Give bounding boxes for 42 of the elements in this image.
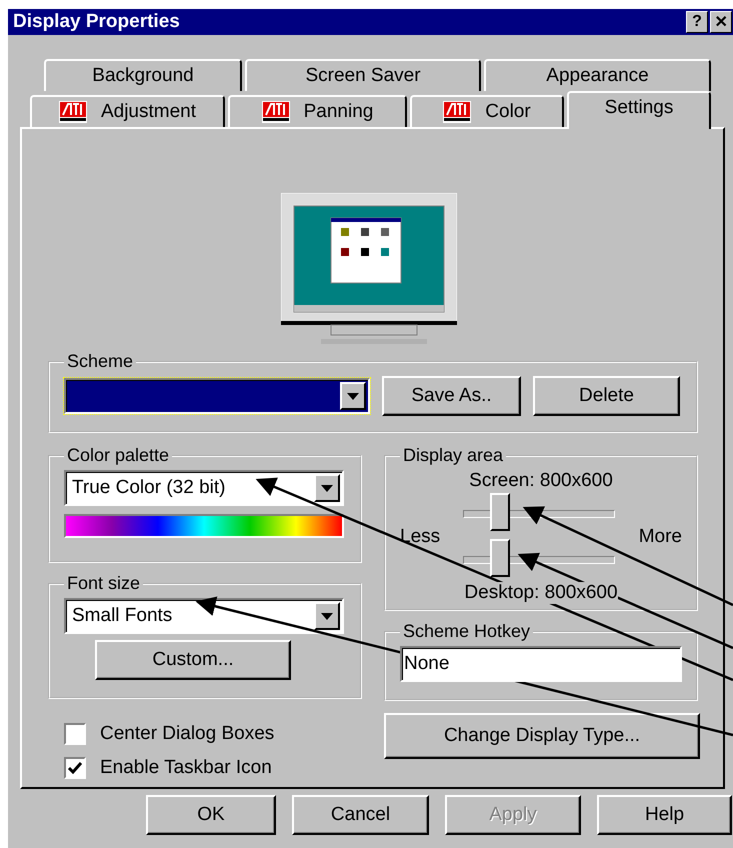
checkbox-label: Enable Taskbar Icon <box>100 757 272 779</box>
help-button[interactable]: ? <box>686 11 708 33</box>
custom-button[interactable]: Custom... <box>95 640 291 680</box>
change-display-type-button[interactable]: Change Display Type... <box>384 713 700 759</box>
hotkey-field[interactable]: None <box>400 646 682 682</box>
dropdown-field[interactable] <box>64 378 370 414</box>
group-label: Display area <box>402 445 504 466</box>
dropdown-arrow-icon <box>321 484 333 492</box>
desktop-resolution-label: Desktop: 800x600 <box>464 582 618 604</box>
delete-button[interactable]: Delete <box>533 376 680 416</box>
tab[interactable]: Panning <box>228 95 407 127</box>
tab[interactable]: Adjustment <box>30 95 225 127</box>
dialog-button[interactable]: OK <box>146 795 276 835</box>
group-label: Font size <box>66 573 142 594</box>
ati-logo-icon <box>262 101 290 123</box>
tab[interactable]: Background <box>44 59 242 91</box>
ati-logo-icon <box>443 101 472 123</box>
group-label: Color palette <box>66 445 170 466</box>
slider-thumb[interactable] <box>490 493 510 531</box>
group-label: Scheme Hotkey <box>402 621 532 642</box>
dialog-button[interactable]: Help <box>597 795 732 835</box>
screen-resolution-label: Screen: 800x600 <box>469 470 613 492</box>
dropdown-field[interactable]: Small Fonts <box>64 598 344 634</box>
tab[interactable]: Appearance <box>484 59 711 91</box>
ati-logo-icon <box>58 101 87 123</box>
window-title: Display Properties <box>13 11 180 33</box>
save-as-button[interactable]: Save As.. <box>382 376 521 416</box>
more-label: More <box>638 526 682 548</box>
dropdown-arrow-icon <box>321 612 333 620</box>
checkbox[interactable] <box>64 757 86 779</box>
slider-thumb[interactable] <box>490 539 510 577</box>
dropdown-arrow-icon <box>347 392 359 400</box>
tab[interactable]: Settings <box>567 91 711 129</box>
dropdown-field[interactable]: True Color (32 bit) <box>64 470 344 506</box>
checkbox[interactable] <box>64 723 86 745</box>
checkmark-icon <box>68 762 82 774</box>
tab[interactable]: Screen Saver <box>245 59 481 91</box>
tab[interactable]: Color <box>410 95 564 127</box>
close-button[interactable]: ✕ <box>710 11 732 33</box>
dialog-button[interactable]: Cancel <box>292 795 429 835</box>
checkbox-label: Center Dialog Boxes <box>100 723 274 745</box>
group-label: Scheme <box>66 351 134 372</box>
